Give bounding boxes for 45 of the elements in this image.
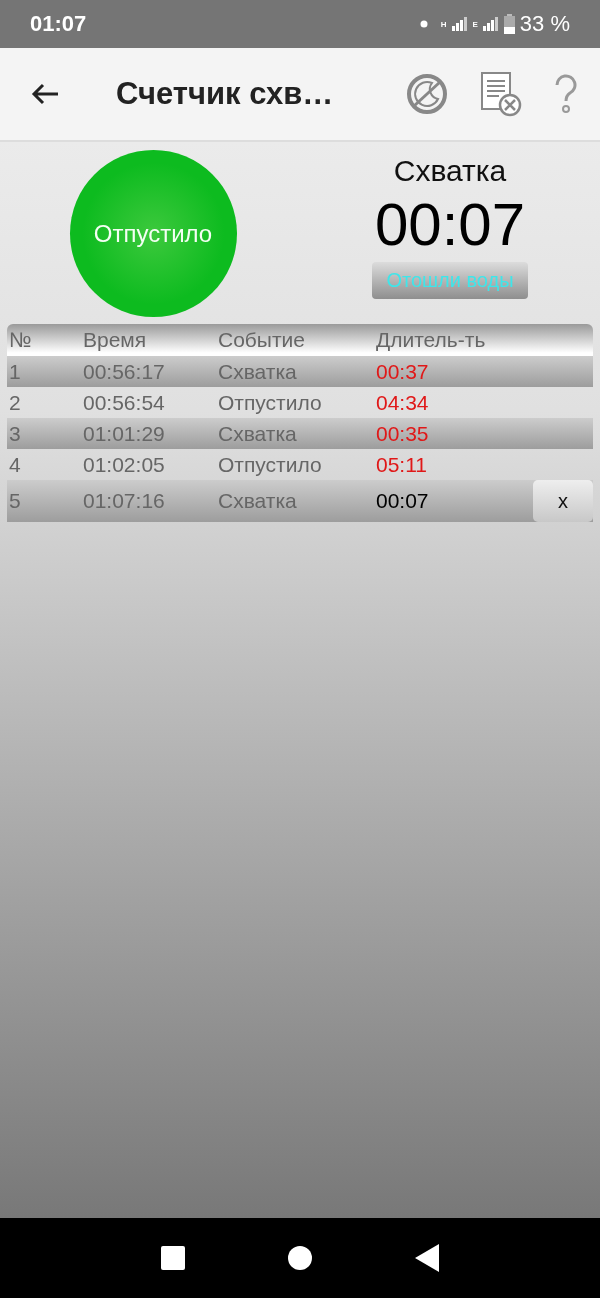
table-cell: 00:56:17: [81, 356, 216, 387]
signal-icon: [482, 17, 499, 31]
table-cell: Схватка: [216, 480, 374, 522]
phase-label: Схватка: [393, 154, 507, 188]
column-header: Событие: [216, 324, 374, 356]
table-cell: 01:07:16: [81, 480, 216, 522]
duration-cell: 00:07: [374, 480, 529, 522]
column-header: №: [7, 324, 81, 356]
table-cell: 00:56:54: [81, 387, 216, 418]
network-type-label: H: [440, 19, 447, 29]
battery-percentage: 33 %: [519, 11, 570, 37]
water-broke-button[interactable]: Отошли воды: [372, 262, 528, 299]
duration-cell: 00:37: [374, 356, 529, 387]
elapsed-time: 00:07: [374, 192, 526, 258]
duration-cell: 00:35: [374, 418, 529, 449]
clear-list-icon[interactable]: [480, 71, 522, 117]
help-icon[interactable]: [554, 74, 578, 114]
network-type-label: E: [472, 19, 478, 29]
column-header: Время: [81, 324, 216, 356]
table-cell: 3: [7, 418, 81, 449]
recents-icon[interactable]: [160, 1245, 187, 1271]
screen-title: Счетчик схв…: [116, 76, 335, 112]
home-icon[interactable]: [287, 1245, 313, 1271]
table-cell: Схватка: [216, 356, 374, 387]
contraction-toggle-button[interactable]: Отпустило: [69, 150, 237, 317]
table-cell: 5: [7, 480, 81, 522]
back-icon[interactable]: [413, 1243, 440, 1273]
table-cell: 1: [7, 356, 81, 387]
duration-cell: 05:11: [374, 449, 529, 480]
signal-icon: [451, 17, 468, 31]
delete-button[interactable]: x: [533, 480, 593, 522]
table-cell: Отпустило: [216, 387, 374, 418]
table-cell: 4: [7, 449, 81, 480]
table-cell: 01:01:29: [81, 418, 216, 449]
table-cell: 01:02:05: [81, 449, 216, 480]
duration-cell: 04:34: [374, 387, 529, 418]
table-cell: Схватка: [216, 418, 374, 449]
column-header: Длитель-ть: [374, 324, 529, 356]
dot-icon: [419, 20, 428, 28]
sleep-off-icon[interactable]: [406, 73, 448, 115]
status-time: 01:07: [30, 11, 87, 37]
table-cell: 2: [7, 387, 81, 418]
battery-icon: [503, 14, 515, 34]
table-cell: Отпустило: [216, 449, 374, 480]
back-arrow-icon[interactable]: [30, 82, 60, 106]
